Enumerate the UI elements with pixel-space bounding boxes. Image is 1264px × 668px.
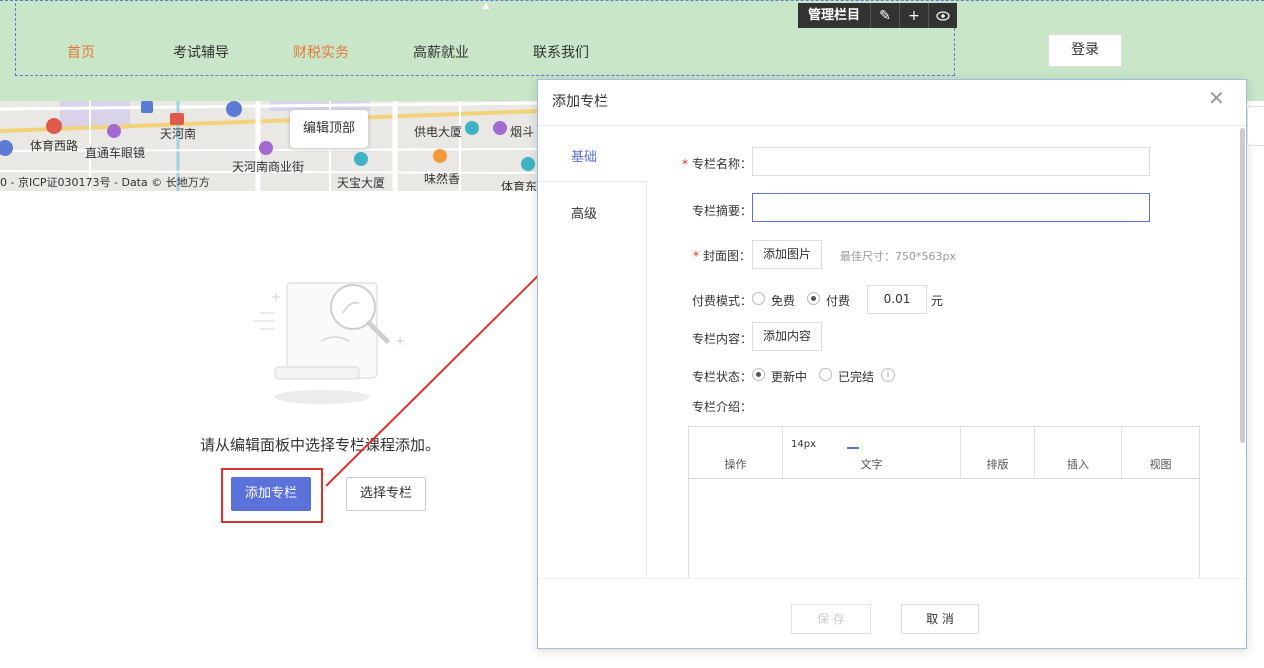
divider: [538, 125, 1246, 126]
cover-size-hint: 最佳尺寸：750*563px: [840, 250, 956, 263]
pay-mode-label: 付费模式：: [692, 294, 753, 308]
dialog-title: 添加专栏: [552, 94, 608, 110]
toolbar-group-label: 插入: [1067, 458, 1089, 471]
radio-finished-label: 已完结: [838, 370, 875, 384]
radio-updating[interactable]: [752, 368, 765, 381]
radio-free-label: 免费: [771, 294, 796, 308]
toolbar-group-label: 操作: [724, 458, 747, 471]
price-input[interactable]: 0.01: [867, 285, 927, 314]
tab-advanced[interactable]: 高级: [571, 203, 597, 222]
radio-free[interactable]: [752, 292, 765, 305]
toolbar-group-label: 排版: [986, 458, 1009, 471]
divider: [646, 181, 647, 579]
toolbar-group-text[interactable]: 14px 文字: [783, 427, 961, 479]
toolbar-group-label: 文字: [860, 458, 883, 471]
radio-paid-label: 付费: [826, 294, 851, 308]
intro-label: 专栏介绍：: [692, 400, 753, 414]
status-label: 专栏状态：: [692, 370, 753, 384]
divider: [538, 578, 1246, 579]
font-size-select[interactable]: 14px: [791, 439, 816, 450]
toolbar-group-label: 视图: [1149, 458, 1172, 471]
column-name-input[interactable]: [752, 147, 1150, 176]
scrollbar[interactable]: [1240, 128, 1245, 443]
radio-paid[interactable]: [807, 292, 820, 305]
add-content-button[interactable]: 添加内容: [752, 322, 823, 351]
add-image-button[interactable]: 添加图片: [752, 240, 823, 269]
info-icon[interactable]: i: [881, 368, 895, 382]
toolbar-group-insert[interactable]: 插入: [1035, 427, 1122, 479]
divider: [538, 181, 646, 182]
column-summary-input[interactable]: [752, 193, 1150, 222]
price-unit: 元: [931, 294, 944, 308]
rich-text-editor[interactable]: 操作 14px 文字 排版 插入 视图: [688, 426, 1200, 578]
cancel-button[interactable]: 取 消: [901, 604, 979, 634]
toolbar-group-view[interactable]: 视图: [1122, 427, 1199, 479]
summary-label: 专栏摘要：: [692, 204, 753, 218]
editor-toolbar: 操作 14px 文字 排版 插入 视图: [689, 427, 1199, 479]
content-label: 专栏内容：: [692, 332, 753, 346]
tab-basic[interactable]: 基础: [571, 146, 597, 165]
radio-finished[interactable]: [819, 368, 832, 381]
toolbar-group-operate[interactable]: 操作: [689, 427, 783, 479]
toolbar-group-layout[interactable]: 排版: [961, 427, 1035, 479]
save-button[interactable]: 保 存: [791, 604, 871, 634]
radio-updating-label: 更新中: [771, 370, 808, 384]
text-color-indicator: [847, 447, 859, 449]
close-icon[interactable]: ✕: [1208, 86, 1225, 110]
name-label: * 专栏名称：: [682, 157, 753, 171]
cover-label: * 封面图：: [693, 249, 752, 263]
add-column-dialog: 添加专栏 ✕ 基础 高级 * 专栏名称： 专栏摘要： * 封面图： 添加图片 最佳尺…: [537, 79, 1247, 649]
side-panel-tab[interactable]: [1247, 106, 1264, 146]
